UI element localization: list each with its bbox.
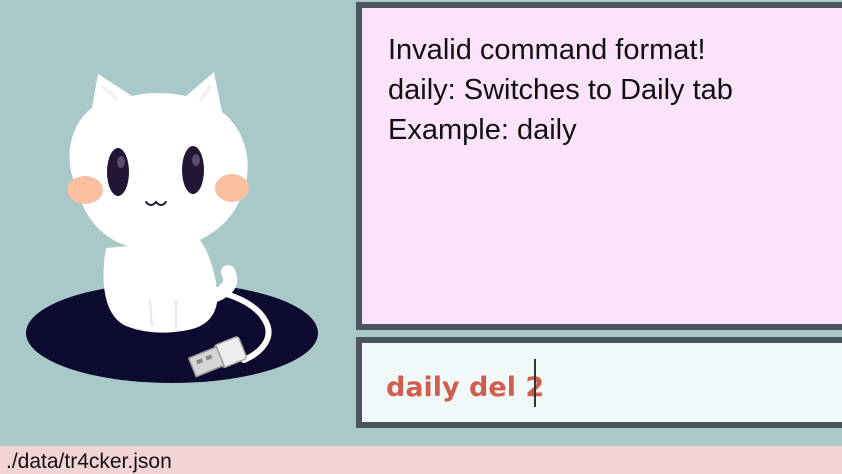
command-box[interactable] [356,337,842,428]
mascot-panel [0,0,356,446]
status-bar: ./data/tr4cker.json [0,446,842,474]
text-cursor [534,359,536,407]
cat-head [69,72,248,251]
cat-blush-right [215,174,249,202]
result-line: Invalid command format! [388,34,706,66]
cat-blush-left [67,176,103,204]
cat-mascot-icon [26,72,318,383]
cat-body [103,240,218,333]
cat-eye-right [182,146,204,194]
save-file-path: ./data/tr4cker.json [6,450,172,473]
cat-eye-left [107,148,129,196]
result-line: Example: daily [388,114,577,146]
result-line: daily: Switches to Daily tab [388,74,733,106]
result-display[interactable]: Invalid command format! daily: Switches … [356,2,842,330]
command-input[interactable] [386,365,826,409]
